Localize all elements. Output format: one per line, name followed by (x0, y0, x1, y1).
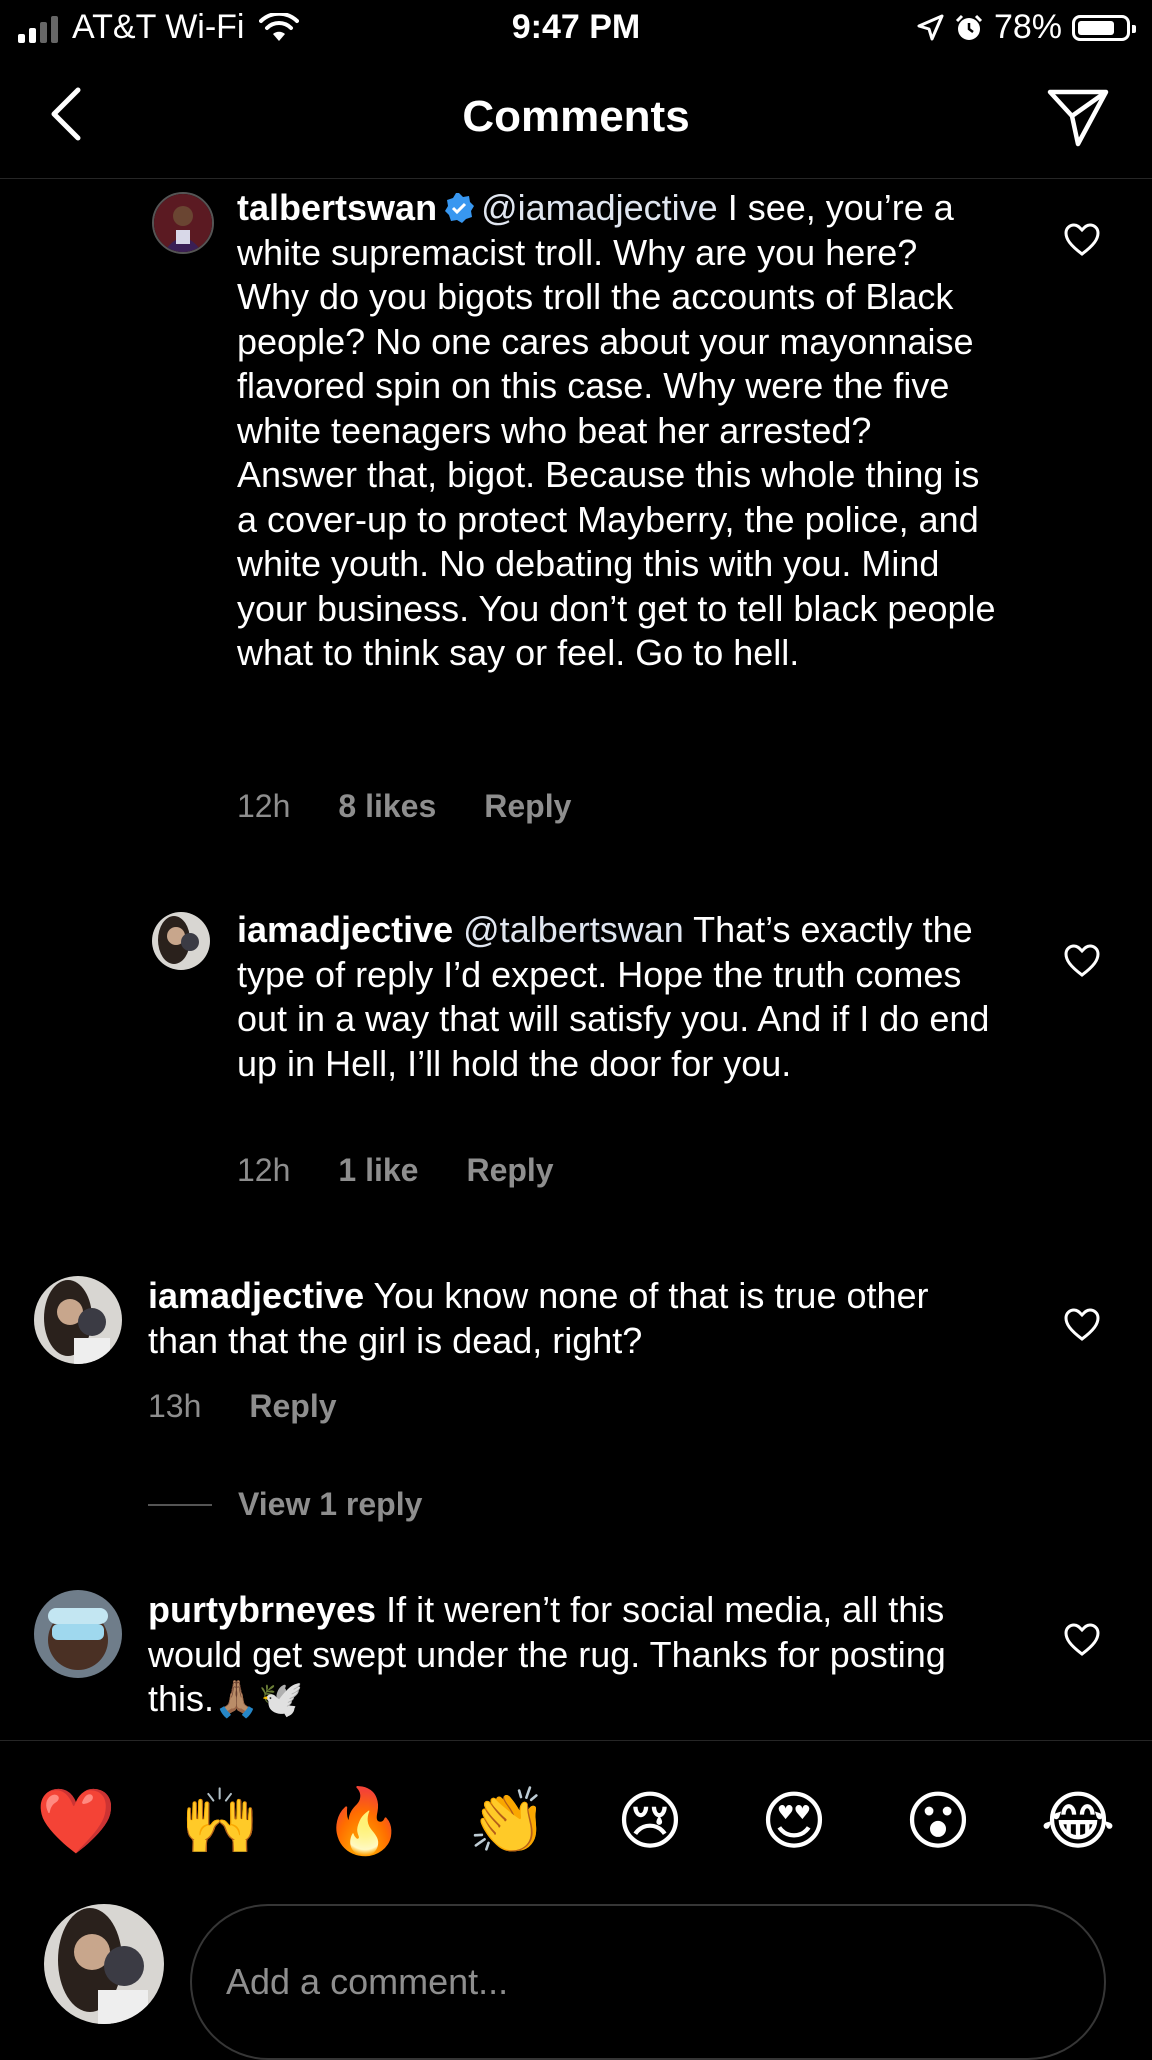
comment-mention[interactable]: @iamadjective (481, 187, 718, 228)
comment-meta: 12h 1 like Reply (237, 1152, 554, 1189)
page-title: Comments (462, 92, 690, 141)
heart-icon[interactable] (1064, 1308, 1100, 1342)
comment-meta: 12h 8 likes Reply (237, 788, 571, 825)
alarm-icon (955, 14, 982, 40)
comment-text: iamadjective You know none of that is tr… (148, 1274, 978, 1363)
avatar[interactable] (152, 192, 214, 254)
avatar[interactable] (34, 1590, 122, 1678)
view-replies-label: View 1 reply (238, 1486, 423, 1522)
heart-icon[interactable] (1064, 1623, 1100, 1657)
avatar-image (154, 194, 212, 252)
clapping-emoji-button[interactable]: 👏 (468, 1783, 548, 1859)
avatar-image (34, 1276, 122, 1364)
avatar-image (34, 1590, 122, 1678)
location-arrow-icon (917, 14, 944, 40)
battery-fill (1078, 20, 1114, 35)
verified-badge-icon (445, 193, 475, 223)
laughing-emoji-button[interactable]: 😂 (1040, 1783, 1116, 1859)
fire-emoji-button[interactable]: 🔥 (324, 1783, 404, 1859)
comment-age: 12h (237, 1152, 291, 1188)
heart-emoji-button[interactable]: ❤️ (36, 1783, 116, 1859)
comment-username[interactable]: iamadjective (148, 1275, 364, 1316)
comment-age: 13h (148, 1388, 202, 1424)
comment-likes[interactable]: 8 likes (338, 788, 436, 825)
status-right: 78% (916, 8, 1136, 47)
comment-username[interactable]: iamadjective (237, 909, 453, 950)
avatar-image (152, 912, 210, 970)
status-bar: AT&T Wi-Fi 9:47 PM 78% (0, 0, 1152, 58)
comment-username[interactable]: purtybrneyes (148, 1589, 376, 1630)
view-replies-divider (148, 1503, 212, 1506)
comment-age: 12h (237, 788, 291, 824)
battery-icon (1072, 14, 1136, 41)
crying-emoji-button[interactable]: 😢 (612, 1783, 688, 1859)
comment-mention[interactable]: @talbertswan (463, 909, 684, 950)
comment-text: talbertswan @iamadjective I see, you’re a… (237, 186, 997, 676)
comment-input-placeholder: Add a comment... (226, 1961, 509, 2002)
heart-eyes-emoji-button[interactable]: 😍 (756, 1783, 832, 1859)
reply-button[interactable]: Reply (466, 1152, 553, 1189)
comment-text: iamadjective @talbertswan That’s exactly… (237, 908, 1007, 1086)
surprised-emoji-button[interactable]: 😮 (900, 1783, 976, 1859)
avatar[interactable] (152, 912, 210, 970)
raising-hands-emoji-button[interactable]: 🙌 (180, 1783, 260, 1859)
emoji-reaction-bar: ❤️ 🙌 🔥 👏 😢 😍 😮 😂 (0, 1740, 1152, 1899)
avatar[interactable] (34, 1276, 122, 1364)
battery-percent: 78% (993, 8, 1062, 46)
current-user-avatar (44, 1904, 164, 2024)
heart-icon[interactable] (1064, 944, 1100, 978)
comment-username[interactable]: talbertswan (237, 187, 437, 228)
header: Comments (0, 58, 1152, 179)
comment-likes[interactable]: 1 like (338, 1152, 418, 1189)
comment-body: I see, you’re a white supremacist troll.… (237, 187, 996, 673)
comment-input[interactable]: Add a comment... (190, 1904, 1106, 2060)
heart-icon[interactable] (1064, 223, 1100, 257)
reply-button[interactable]: Reply (249, 1388, 336, 1425)
comment-meta: 13h Reply (148, 1388, 337, 1425)
paper-plane-icon[interactable] (1046, 86, 1110, 148)
avatar-image (44, 1904, 164, 2024)
view-replies-button[interactable]: View 1 reply (148, 1486, 422, 1523)
comment-text: purtybrneyes If it weren’t for social me… (148, 1588, 998, 1722)
reply-button[interactable]: Reply (484, 788, 571, 825)
